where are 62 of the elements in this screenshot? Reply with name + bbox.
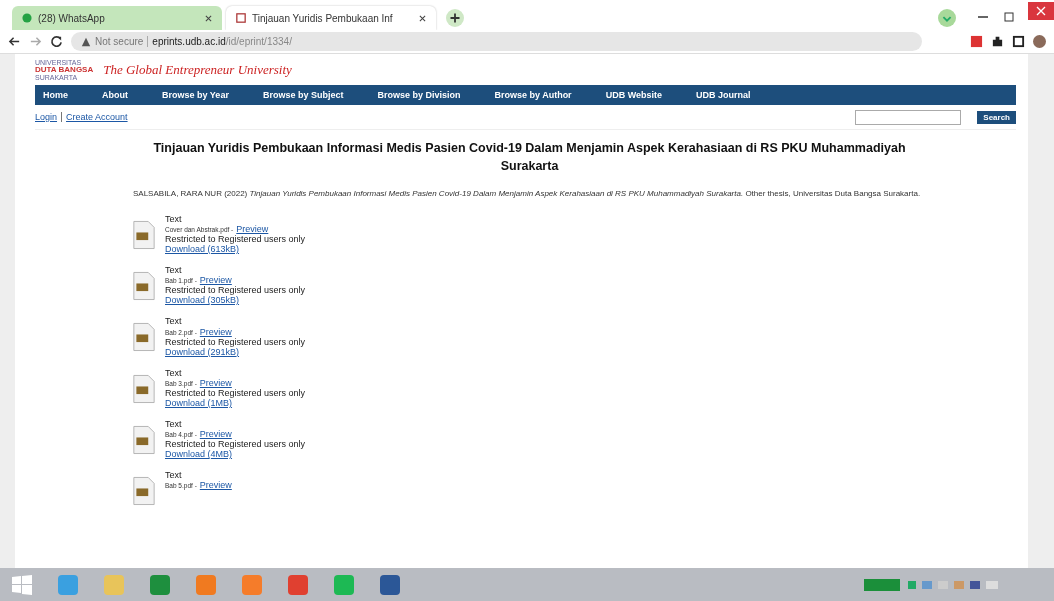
- preview-link[interactable]: Preview: [199, 480, 232, 491]
- nav-link[interactable]: Browse by Year: [162, 90, 229, 100]
- document-icon[interactable]: [133, 322, 155, 353]
- page-icon: [236, 13, 246, 23]
- close-icon[interactable]: [205, 14, 212, 22]
- document-icon[interactable]: [133, 425, 155, 456]
- restriction-note: Restricted to Registered users only: [165, 336, 306, 347]
- preview-link[interactable]: Preview: [236, 223, 269, 234]
- download-link[interactable]: Download (1MB): [165, 397, 233, 409]
- document-icon[interactable]: [133, 373, 155, 404]
- avatar-icon[interactable]: [1033, 35, 1046, 48]
- close-icon[interactable]: [1028, 2, 1054, 20]
- nav-link[interactable]: UDB Journal: [696, 90, 751, 100]
- nav-link[interactable]: Browse by Division: [377, 90, 461, 100]
- document-icon[interactable]: [133, 271, 155, 302]
- document-type: Text: [165, 367, 182, 378]
- preview-link[interactable]: Preview: [199, 429, 232, 440]
- nav-link[interactable]: About: [102, 90, 128, 100]
- download-link[interactable]: Download (305kB): [165, 295, 240, 306]
- document-type: Text: [165, 213, 182, 224]
- address-bar[interactable]: Not secure eprints.udb.ac.id/id/eprint/1334/: [71, 32, 922, 51]
- search-button[interactable]: Search: [977, 110, 1016, 124]
- reload-icon[interactable]: [50, 35, 63, 48]
- extension-icon[interactable]: [970, 35, 983, 48]
- download-link[interactable]: Download (291kB): [165, 346, 240, 357]
- chat-icon: [22, 13, 32, 23]
- search-field[interactable]: [855, 109, 962, 125]
- back-icon[interactable]: [8, 35, 21, 48]
- new-tab-icon[interactable]: [446, 9, 464, 27]
- document-type: Text: [165, 419, 182, 430]
- nav-link[interactable]: Home: [43, 90, 68, 100]
- document-type: Text: [165, 470, 182, 481]
- download-link[interactable]: Download (4MB): [165, 449, 233, 460]
- document-type: Text: [165, 316, 182, 327]
- sidebar-icon[interactable]: [1012, 35, 1025, 48]
- windows-start-icon[interactable]: [10, 572, 34, 597]
- tagline: The Global Entrepreneur University: [103, 61, 292, 78]
- login-link[interactable]: Login: [35, 112, 58, 122]
- close-icon[interactable]: [419, 14, 426, 22]
- document-icon[interactable]: [133, 476, 155, 507]
- restriction-note: Restricted to Registered users only: [165, 233, 306, 245]
- nav-link[interactable]: Browse by Subject: [262, 90, 344, 100]
- restriction-note: Restricted to Registered users only: [165, 439, 306, 450]
- citation-text: SALSABILA, RARA NUR (2022) Tinjauan Yuridis Pembukaan Informasi Medis Pasien Covid-19 Dalam Menjamin Aspek Kerahasiaan di RS PKU Muhammadiyah Surakarta. Other thesis, Universitas Duta Bangsa Surakarta.: [133, 189, 922, 200]
- create-account-link[interactable]: Create Account: [66, 112, 128, 122]
- browser-tab[interactable]: Tinjauan Yuridis Pembukaan Inf: [226, 6, 436, 30]
- restore-icon[interactable]: [1002, 10, 1016, 24]
- document-icon[interactable]: [133, 219, 155, 250]
- download-link[interactable]: Download (613kB): [165, 244, 240, 255]
- profile-icon[interactable]: [938, 9, 956, 27]
- restriction-note: Restricted to Registered users only: [165, 387, 306, 398]
- nav-link[interactable]: Browse by Author: [494, 90, 572, 100]
- preview-link[interactable]: Preview: [199, 275, 232, 286]
- taskbar-app-icon[interactable]: [378, 572, 402, 597]
- document-type: Text: [165, 265, 182, 276]
- preview-link[interactable]: Preview: [199, 326, 232, 337]
- record-title: Tinjauan Yuridis Pembukaan Informasi Medis Pasien Covid-19 Dalam Menjamin Aspek Kerahasiaan di RS PKU Muhammadiyah Surakarta: [152, 140, 907, 175]
- nav-link[interactable]: UDB Website: [605, 90, 662, 100]
- preview-link[interactable]: Preview: [199, 377, 232, 388]
- warning-icon: [81, 36, 91, 47]
- restriction-note: Restricted to Registered users only: [165, 285, 306, 296]
- browser-tab[interactable]: (28) WhatsApp: [12, 6, 222, 30]
